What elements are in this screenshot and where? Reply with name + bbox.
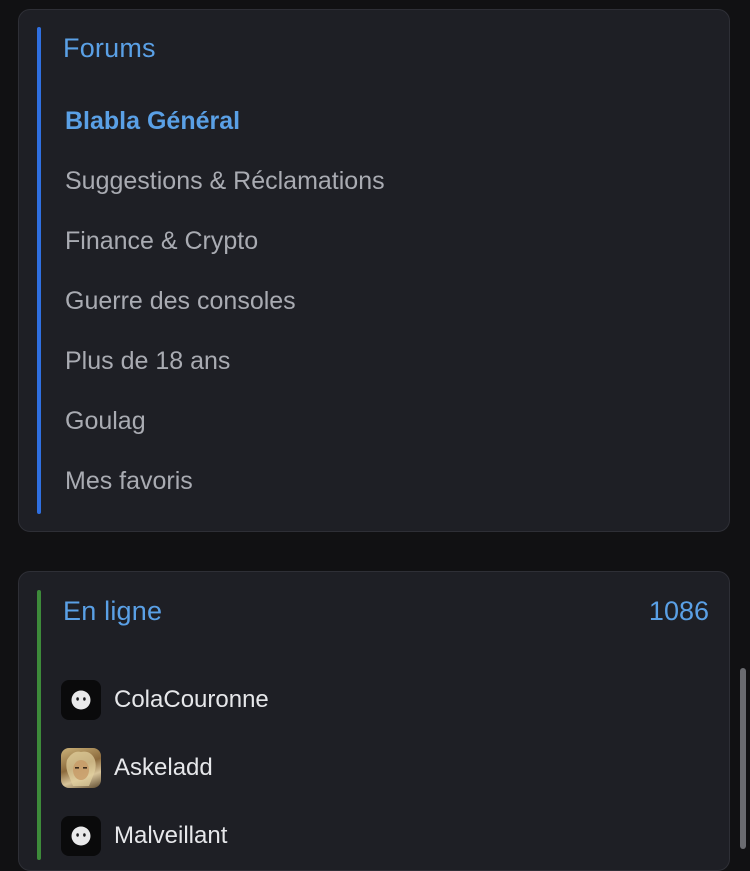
forums-card: Forums Blabla Général Suggestions & Récl…	[18, 9, 730, 532]
user-item[interactable]: Askeladd	[61, 734, 269, 802]
default-face-icon	[61, 680, 101, 720]
user-name: Malveillant	[114, 822, 228, 849]
forum-item-mes-favoris[interactable]: Mes favoris	[65, 464, 385, 524]
default-face-icon	[61, 816, 101, 856]
forum-item-plus-18[interactable]: Plus de 18 ans	[65, 344, 385, 404]
online-accent-bar	[37, 590, 41, 860]
forum-list: Blabla Général Suggestions & Réclamation…	[65, 104, 385, 524]
forums-accent-bar	[37, 27, 41, 514]
online-user-list: ColaCouronne Askeladd Malveillant	[61, 666, 269, 870]
user-name: ColaCouronne	[114, 686, 269, 713]
forum-item-goulag[interactable]: Goulag	[65, 404, 385, 464]
user-name: Askeladd	[114, 754, 213, 781]
forums-title: Forums	[63, 33, 156, 63]
user-photo-avatar	[61, 748, 101, 788]
forum-item-suggestions[interactable]: Suggestions & Réclamations	[65, 164, 385, 224]
user-item[interactable]: Malveillant	[61, 802, 269, 870]
forum-item-guerre-consoles[interactable]: Guerre des consoles	[65, 284, 385, 344]
forum-item-finance-crypto[interactable]: Finance & Crypto	[65, 224, 385, 284]
online-card: En ligne 1086 ColaCouronne Askeladd Malv…	[18, 571, 730, 871]
forum-item-blabla-general[interactable]: Blabla Général	[65, 104, 385, 164]
page-scrollbar[interactable]	[740, 668, 746, 849]
user-item[interactable]: ColaCouronne	[61, 666, 269, 734]
online-count: 1086	[648, 596, 709, 626]
online-title: En ligne	[63, 596, 163, 626]
